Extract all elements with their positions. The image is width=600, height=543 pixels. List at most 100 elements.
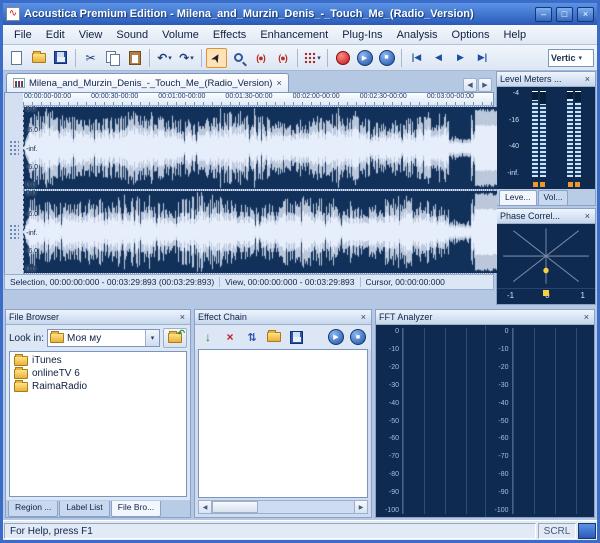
chevron-down-icon: ▾ (190, 54, 194, 62)
fft-scale-label: -90 (389, 489, 399, 496)
zoom-tool-button[interactable] (228, 48, 249, 68)
resize-grip[interactable] (578, 523, 596, 539)
minimize-button[interactable]: – (535, 7, 552, 22)
add-effect-button[interactable]: ↓ (199, 328, 217, 346)
waveform-canvas-right[interactable] (23, 191, 497, 273)
fft-grid (512, 328, 593, 514)
record-button[interactable] (332, 48, 353, 68)
clip-indicator[interactable] (568, 182, 573, 187)
menu-item[interactable]: Options (445, 27, 497, 43)
phase-marker (543, 290, 549, 296)
horizontal-scrollbar[interactable]: ◀ ▶ (198, 500, 368, 514)
cut-button[interactable]: ✂ (80, 48, 101, 68)
selection-status-bar: Selection, 00:00:00:000 - 00:03:29:893 (… (4, 274, 494, 290)
scrollbar-thumb[interactable] (212, 501, 258, 513)
look-in-dropdown[interactable]: Моя му ▾ (47, 329, 160, 347)
menu-item[interactable]: Analysis (390, 27, 445, 43)
effect-chain-list[interactable] (198, 349, 368, 498)
maximize-button[interactable]: □ (556, 7, 573, 22)
file-browser-panel: File Browser × Look in: Моя му ▾ ↶ (5, 309, 191, 518)
open-button[interactable] (28, 48, 49, 68)
meter-tab[interactable]: Vol... (538, 190, 569, 205)
preview-play-button[interactable]: ▶ (327, 328, 345, 346)
mixer-matrix-button[interactable]: ▾ (302, 48, 323, 68)
folder-list-item[interactable]: onlineTV 6 (12, 367, 184, 380)
browser-tab[interactable]: Label List (59, 501, 109, 517)
document-tab[interactable]: Milena_and_Murzin_Denis_-_Touch_Me_(Radi… (6, 73, 289, 92)
effect-chain-panel: Effect Chain × ↓ × ⇅ ▶ ■ ◀ ▶ (194, 309, 372, 518)
close-icon[interactable]: × (583, 211, 592, 221)
close-icon[interactable]: × (583, 74, 592, 84)
folder-list[interactable]: iTunes onlineTV 6 RaimaRadio (9, 351, 187, 497)
menu-item[interactable]: Enhancement (253, 27, 335, 43)
clip-indicator[interactable] (540, 182, 545, 187)
save-chain-button[interactable] (287, 328, 305, 346)
level-meters-title: Level Meters ... (500, 74, 562, 84)
channel-drag-handle[interactable] (9, 224, 19, 240)
chevron-down-icon[interactable]: ▾ (145, 330, 159, 346)
close-icon[interactable]: × (178, 312, 187, 322)
timeline-label: 00:00:30-00:00 (90, 93, 157, 105)
waveform-channel-left[interactable]: 0.0-6.0-inf.-6.00.0 (23, 106, 493, 190)
new-file-button[interactable] (6, 48, 27, 68)
menu-item[interactable]: Sound (109, 27, 155, 43)
paste-button[interactable] (124, 48, 145, 68)
clip-indicator[interactable] (533, 182, 538, 187)
browser-tab[interactable]: File Bro... (111, 501, 161, 517)
delete-icon: × (226, 330, 233, 344)
load-chain-button[interactable] (265, 328, 283, 346)
scroll-right-icon[interactable]: ▶ (354, 500, 368, 514)
remove-effect-button[interactable]: × (221, 328, 239, 346)
output-monitor-button[interactable]: (●) (272, 48, 293, 68)
waveform-channel-right[interactable]: 0.0-6.0-inf.-6.00.0 (23, 190, 493, 274)
go-to-start-button[interactable]: |◀ (406, 48, 427, 68)
menu-item[interactable]: Plug-Ins (335, 27, 389, 43)
save-button[interactable] (50, 48, 71, 68)
vertical-zoom-value: Vertic (551, 53, 576, 63)
browser-tab[interactable]: Region ... (8, 501, 58, 517)
select-tool-button[interactable]: ➤ (206, 48, 227, 68)
timeline-ruler[interactable]: 00:00:00-00:0000:00:30-00:0000:01:00-00:… (23, 93, 493, 106)
waveform-canvas-left[interactable] (23, 107, 497, 189)
menu-item[interactable]: Help (496, 27, 533, 43)
input-monitor-button[interactable]: (●) (250, 48, 271, 68)
close-icon[interactable]: × (582, 312, 591, 322)
tab-scroll-right-button[interactable]: ▶ (478, 78, 492, 92)
tab-scroll-left-button[interactable]: ◀ (463, 78, 477, 92)
clip-indicator[interactable] (575, 182, 580, 187)
menu-item[interactable]: Volume (155, 27, 206, 43)
redo-button[interactable]: ↷▾ (176, 48, 197, 68)
level-meters-display: -4-16-40-inf. (497, 87, 595, 189)
previous-button[interactable]: ◀ (428, 48, 449, 68)
timeline-label: 00:01:00-00:00 (157, 93, 224, 105)
preview-stop-button[interactable]: ■ (349, 328, 367, 346)
close-button[interactable]: × (577, 7, 594, 22)
stop-button[interactable]: ■ (376, 48, 397, 68)
folder-list-item[interactable]: iTunes (12, 354, 184, 367)
vertical-zoom-dropdown[interactable]: Vertic▾ (548, 49, 594, 67)
fft-scale-label: -100 (494, 507, 508, 514)
monitor-icon: (●) (256, 53, 264, 63)
view-range: View, 00:00:00:000 - 00:03:29:893 (220, 277, 360, 287)
folder-name: RaimaRadio (32, 381, 87, 392)
next-button[interactable]: ▶ (450, 48, 471, 68)
folder-list-item[interactable]: RaimaRadio (12, 380, 184, 393)
go-to-end-button[interactable]: ▶| (472, 48, 493, 68)
menu-item[interactable]: File (7, 27, 39, 43)
fft-scale-label: -40 (389, 400, 399, 407)
copy-button[interactable] (102, 48, 123, 68)
document-tab-row: Milena_and_Murzin_Denis_-_Touch_Me_(Radi… (4, 71, 494, 92)
menu-item[interactable]: Effects (206, 27, 253, 43)
menu-item[interactable]: View (72, 27, 110, 43)
reorder-effect-button[interactable]: ⇅ (243, 328, 261, 346)
go-to-folder-button[interactable]: ↶ (163, 328, 187, 348)
undo-button[interactable]: ↶▾ (154, 48, 175, 68)
play-button[interactable]: ▶ (354, 48, 375, 68)
scrollbar-track[interactable] (212, 500, 354, 514)
close-tab-icon[interactable]: × (276, 78, 281, 88)
menu-item[interactable]: Edit (39, 27, 72, 43)
close-icon[interactable]: × (359, 312, 368, 322)
meter-tab[interactable]: Leve... (499, 190, 537, 205)
scroll-left-icon[interactable]: ◀ (198, 500, 212, 514)
channel-drag-handle[interactable] (9, 140, 19, 156)
